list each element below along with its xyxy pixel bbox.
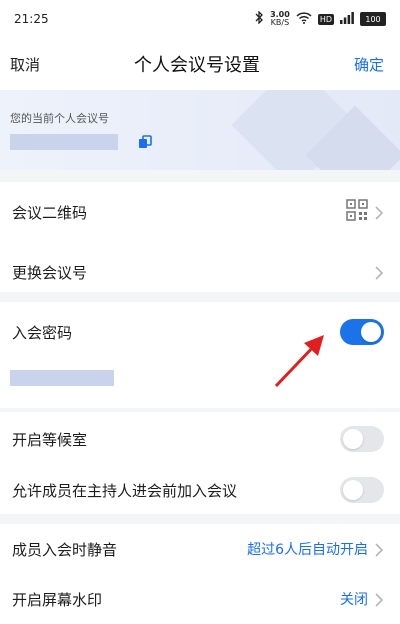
password-section: 入会密码 (0, 302, 400, 408)
row-screen-watermark[interactable]: 开启屏幕水印 关闭 (0, 574, 400, 624)
row-waiting-room: 开启等候室 (0, 412, 400, 466)
row-label: 更换会议号 (12, 263, 88, 282)
row-label: 入会密码 (12, 323, 73, 342)
copy-icon[interactable] (138, 134, 152, 148)
toggle-knob (343, 429, 363, 449)
network-speed: 3.00 KB/S (270, 10, 290, 27)
hd-badge: HD (317, 13, 334, 25)
row-label: 允许成员在主持人进会前加入会议 (12, 481, 238, 500)
qr-code-icon (346, 199, 368, 225)
meeting-id-value-redacted (10, 134, 118, 150)
watermark-value: 关闭 (340, 592, 368, 608)
cancel-button[interactable]: 取消 (10, 54, 40, 75)
status-bar: 21:25 3.00 KB/S HD 100 (0, 0, 400, 38)
chevron-right-icon (374, 592, 384, 607)
status-time: 21:25 (14, 12, 49, 26)
row-meeting-password: 入会密码 (0, 302, 400, 362)
password-toggle[interactable] (340, 319, 384, 345)
row-label: 开启等候室 (12, 430, 88, 449)
toggle-knob (361, 322, 381, 342)
bluetooth-icon (255, 10, 264, 27)
nav-bar: 取消 个人会议号设置 确定 (0, 38, 400, 90)
row-label: 会议二维码 (12, 203, 88, 222)
chevron-right-icon (374, 205, 384, 220)
toggle-knob (343, 480, 363, 500)
row-join-before-host: 允许成员在主持人进会前加入会议 (0, 466, 400, 514)
wifi-icon (296, 11, 312, 27)
battery-icon: 100 (360, 12, 386, 26)
signal-icon (340, 11, 354, 27)
row-meeting-qr[interactable]: 会议二维码 (0, 182, 400, 242)
row-label: 成员入会时静音 (12, 540, 118, 559)
status-icons: 3.00 KB/S HD 100 (255, 10, 386, 27)
chevron-right-icon (374, 542, 384, 557)
section-divider (0, 170, 400, 182)
meeting-id-banner: 您的当前个人会议号 (0, 90, 400, 170)
waiting-room-toggle[interactable] (340, 426, 384, 452)
password-value-redacted[interactable] (10, 370, 114, 386)
annotation-arrow-icon (274, 335, 324, 388)
row-label: 开启屏幕水印 (12, 590, 103, 609)
chevron-right-icon (374, 265, 384, 280)
section-divider (0, 292, 400, 302)
page-title: 个人会议号设置 (134, 55, 260, 76)
mute-on-entry-value: 超过6人后自动开启 (247, 542, 368, 558)
meeting-id-label: 您的当前个人会议号 (10, 112, 109, 125)
join-before-host-toggle[interactable] (340, 477, 384, 503)
confirm-button[interactable]: 确定 (354, 54, 384, 75)
row-mute-on-entry[interactable]: 成员入会时静音 超过6人后自动开启 (0, 524, 400, 574)
